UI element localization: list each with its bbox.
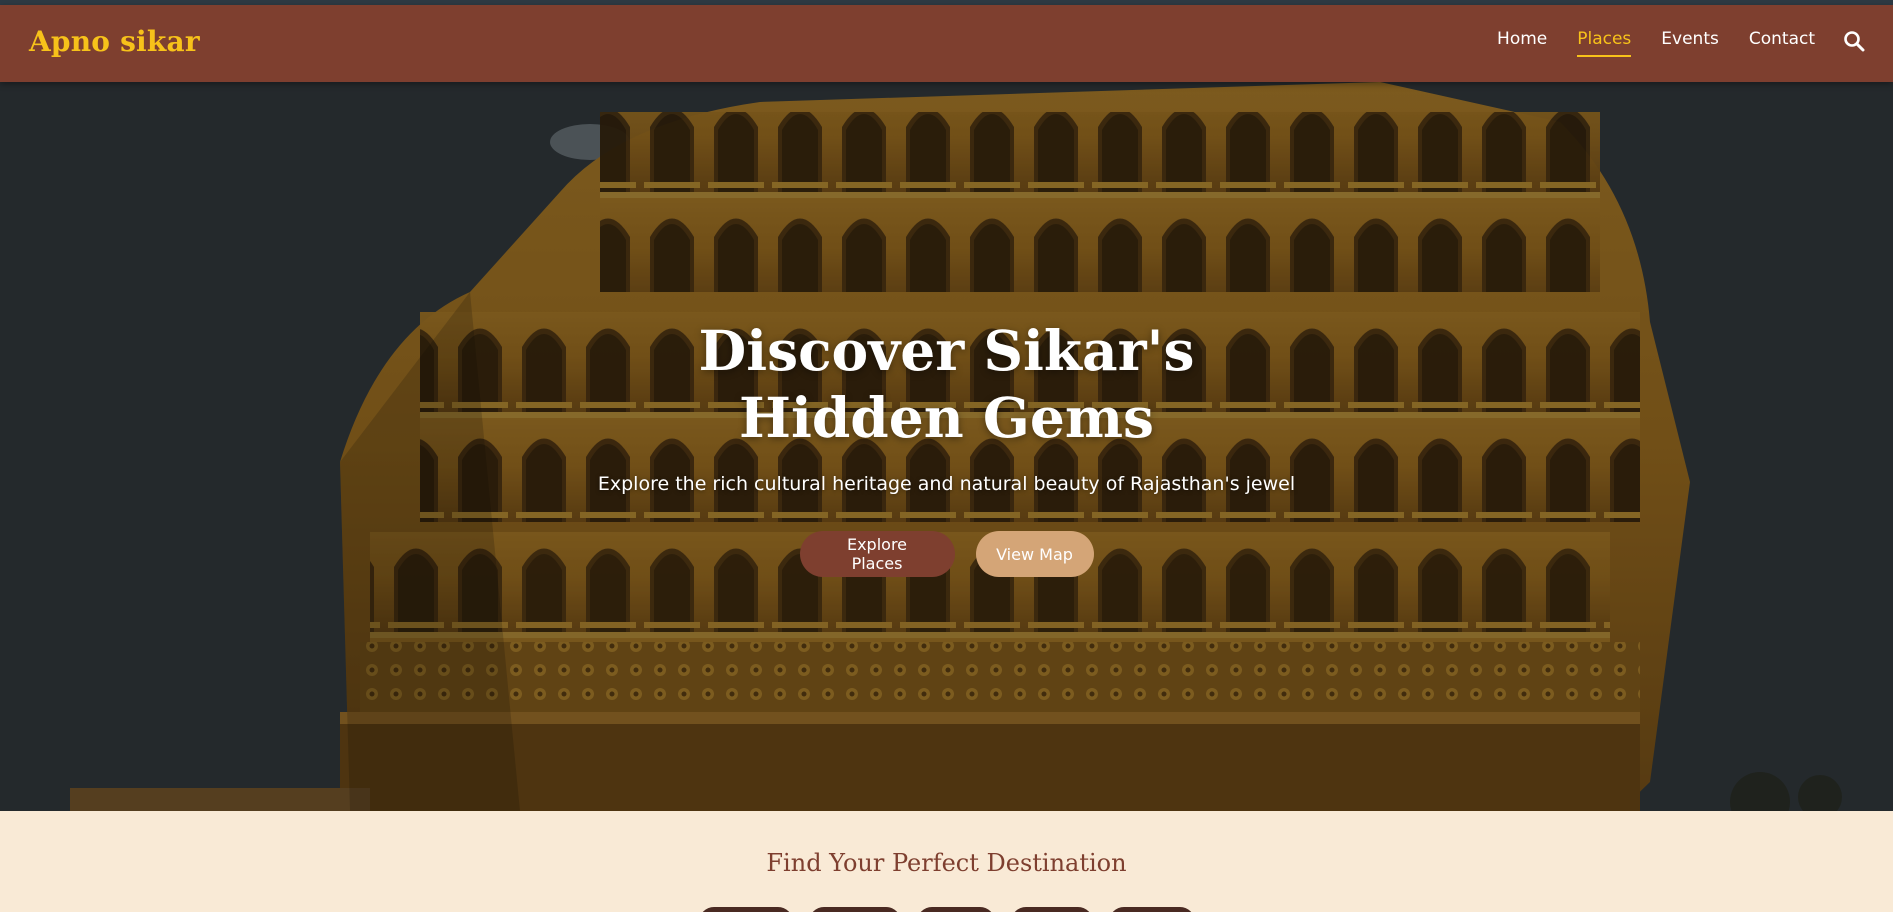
nav-link-home[interactable]: Home: [1497, 29, 1547, 53]
hero-subtitle: Explore the rich cultural heritage and n…: [597, 473, 1296, 495]
site-logo[interactable]: Apno sikar: [29, 25, 200, 58]
navbar: Apno sikar Home Places Events Contact: [0, 5, 1893, 82]
nav-links: Home Places Events Contact: [1467, 5, 1893, 82]
nav-link-events[interactable]: Events: [1661, 29, 1719, 53]
filter-chip[interactable]: [916, 907, 995, 912]
page: Apno sikar Home Places Events Contact Di…: [0, 0, 1893, 912]
explore-places-button[interactable]: Explore Places: [799, 531, 955, 577]
hero-title: Discover Sikar's Hidden Gems: [698, 318, 1195, 450]
view-map-button[interactable]: View Map: [975, 531, 1094, 577]
filter-chip[interactable]: [1010, 907, 1093, 912]
nav-link-contact[interactable]: Contact: [1749, 29, 1815, 53]
hero-content: Discover Sikar's Hidden Gems Explore the…: [0, 317, 1893, 577]
filter-chip[interactable]: [1108, 907, 1195, 912]
nav-link-places[interactable]: Places: [1577, 29, 1632, 57]
filter-chip[interactable]: [698, 907, 793, 912]
hero-buttons: Explore Places View Map: [0, 531, 1893, 577]
finder-title: Find Your Perfect Destination: [766, 849, 1127, 877]
search-icon[interactable]: [1843, 30, 1865, 52]
destination-finder-section: Find Your Perfect Destination: [0, 811, 1893, 912]
hero-section: Discover Sikar's Hidden Gems Explore the…: [0, 82, 1893, 811]
filter-row: [0, 907, 1893, 912]
filter-chip[interactable]: [808, 907, 901, 912]
